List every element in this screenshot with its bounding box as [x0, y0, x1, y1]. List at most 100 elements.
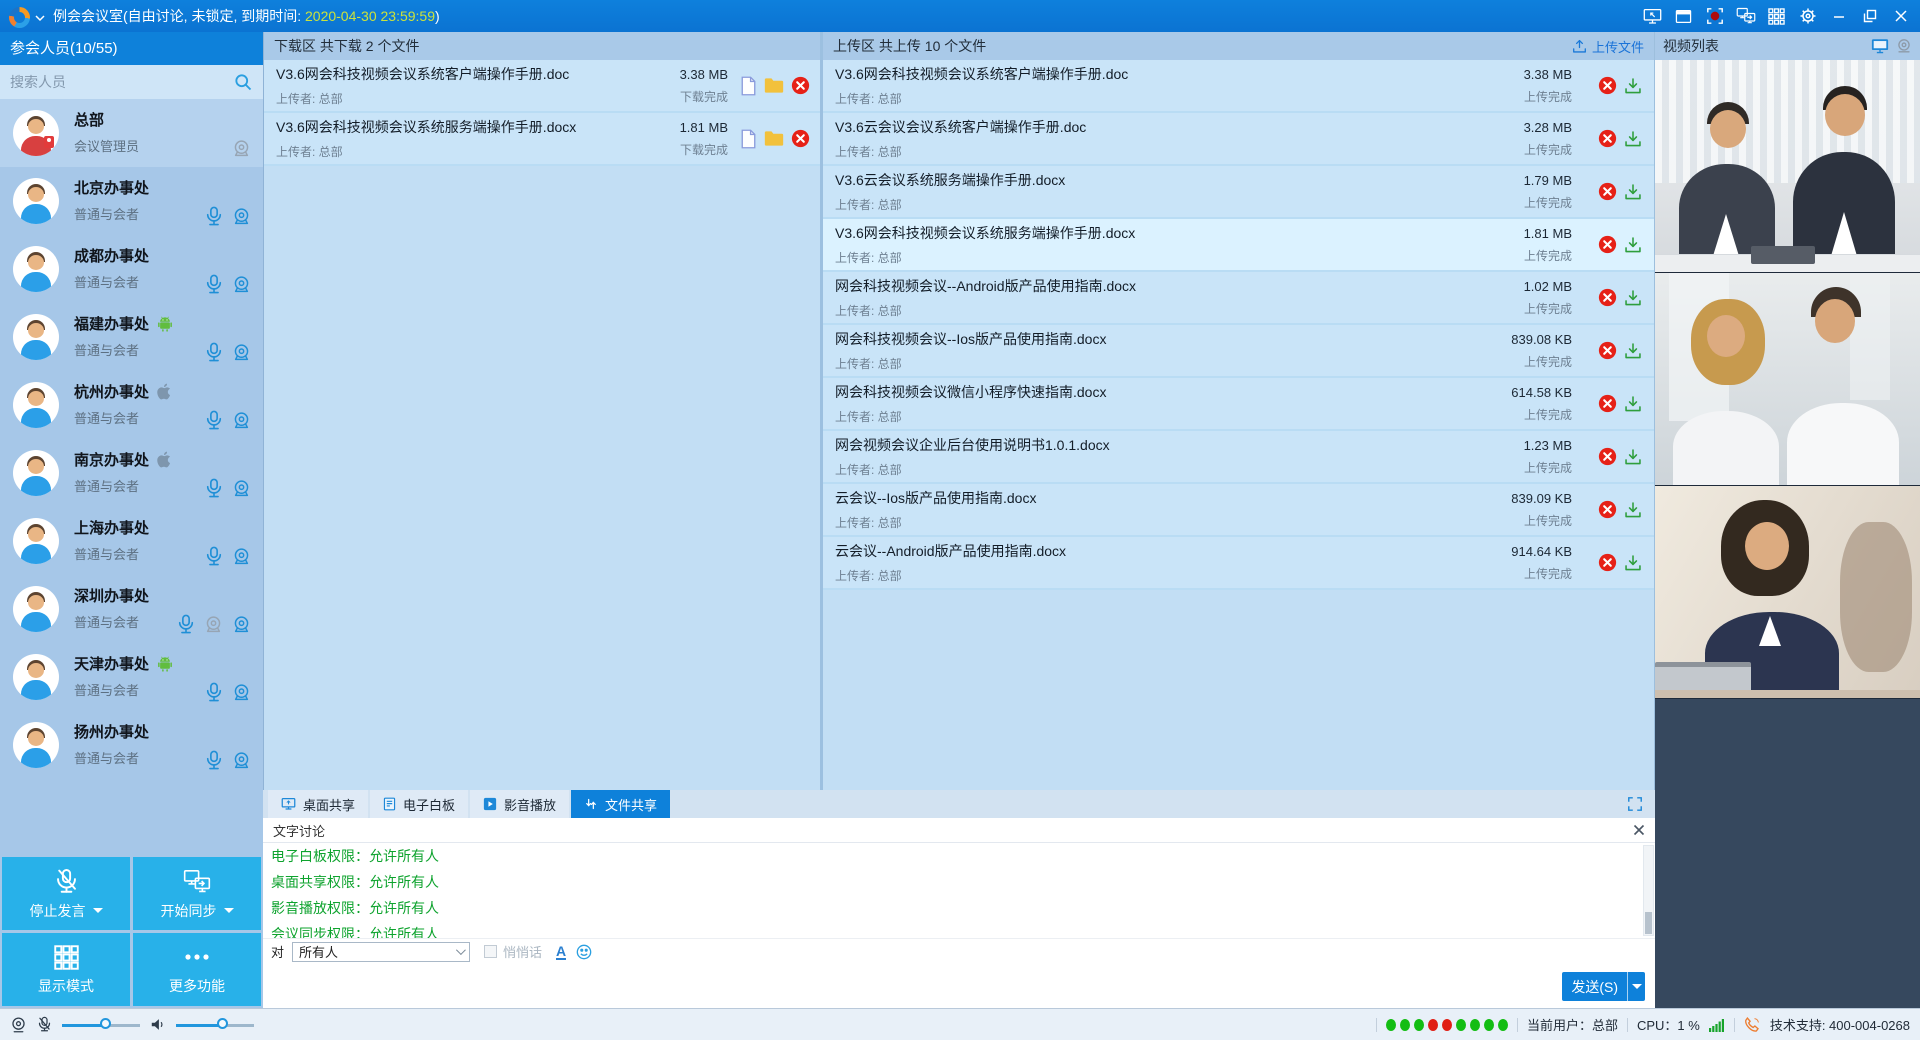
- webcam-icon[interactable]: [232, 547, 251, 566]
- participant-row[interactable]: 成都办事处 普通与会者: [0, 235, 263, 303]
- open-file-icon[interactable]: [740, 129, 757, 149]
- record-icon[interactable]: [1699, 0, 1730, 32]
- file-row[interactable]: V3.6网会科技视频会议系统服务端操作手册.docx 上传者: 总部 1.81 …: [823, 219, 1654, 272]
- delete-file-icon[interactable]: [1598, 341, 1617, 360]
- delete-file-icon[interactable]: [1598, 553, 1617, 572]
- mic-icon[interactable]: [205, 206, 223, 226]
- window-mode-icon[interactable]: [1668, 0, 1699, 32]
- participant-row[interactable]: 福建办事处 普通与会者: [0, 303, 263, 371]
- slider-knob[interactable]: [100, 1018, 111, 1029]
- video-thumbnail-1[interactable]: [1655, 60, 1920, 273]
- webcam-icon[interactable]: [232, 751, 251, 770]
- chat-scrollbar[interactable]: [1643, 845, 1654, 936]
- file-row[interactable]: 网会科技视频会议--Ios版产品使用指南.docx 上传者: 总部 839.08…: [823, 325, 1654, 378]
- display-mode-button[interactable]: 显示模式: [2, 933, 130, 1006]
- webcam-icon[interactable]: [232, 683, 251, 702]
- file-row[interactable]: 网会视频会议企业后台使用说明书1.0.1.docx 上传者: 总部 1.23 M…: [823, 431, 1654, 484]
- delete-file-icon[interactable]: [791, 76, 810, 95]
- participant-row[interactable]: 深圳办事处 普通与会者: [0, 575, 263, 643]
- webcam-icon[interactable]: [232, 615, 251, 634]
- open-folder-icon[interactable]: [764, 130, 784, 147]
- delete-file-icon[interactable]: [1598, 394, 1617, 413]
- close-button[interactable]: [1885, 0, 1916, 32]
- webcam-icon[interactable]: [232, 411, 251, 430]
- statusbar-webcam-icon[interactable]: [10, 1016, 27, 1033]
- webcam-off-icon[interactable]: [232, 139, 251, 158]
- mic-icon[interactable]: [205, 410, 223, 430]
- speaker-volume-slider[interactable]: [176, 1018, 254, 1032]
- file-row[interactable]: 云会议--Ios版产品使用指南.docx 上传者: 总部 839.09 KB 上…: [823, 484, 1654, 537]
- chat-close-icon[interactable]: [1633, 824, 1645, 836]
- delete-file-icon[interactable]: [1598, 447, 1617, 466]
- stop-speaking-button[interactable]: 停止发言: [2, 857, 130, 930]
- send-options-dropdown[interactable]: [1627, 972, 1645, 1001]
- send-button[interactable]: 发送(S): [1562, 972, 1627, 1001]
- app-logo-icon[interactable]: [9, 7, 30, 28]
- mic-volume-slider[interactable]: [62, 1018, 140, 1032]
- mic-icon[interactable]: [205, 546, 223, 566]
- webcam-icon[interactable]: [232, 275, 251, 294]
- mic-icon[interactable]: [205, 342, 223, 362]
- font-color-icon[interactable]: A: [556, 944, 566, 960]
- file-row[interactable]: 网会科技视频会议微信小程序快速指南.docx 上传者: 总部 614.58 KB…: [823, 378, 1654, 431]
- download-file-icon[interactable]: [1624, 77, 1642, 95]
- expand-panel-icon[interactable]: [1627, 796, 1643, 812]
- chat-scrollbar-thumb[interactable]: [1645, 912, 1652, 934]
- delete-file-icon[interactable]: [1598, 182, 1617, 201]
- participant-row[interactable]: 北京办事处 普通与会者: [0, 167, 263, 235]
- download-file-icon[interactable]: [1624, 183, 1642, 201]
- download-file-icon[interactable]: [1624, 342, 1642, 360]
- tab-media-play[interactable]: 影音播放: [470, 790, 569, 818]
- video-mode-icon[interactable]: [1871, 38, 1889, 54]
- slider-knob[interactable]: [217, 1018, 228, 1029]
- statusbar-mic-muted-icon[interactable]: [37, 1016, 52, 1033]
- download-file-icon[interactable]: [1624, 395, 1642, 413]
- dropdown-caret-icon[interactable]: [224, 908, 234, 913]
- send-to-select[interactable]: 所有人: [292, 942, 470, 962]
- file-row[interactable]: V3.6网会科技视频会议系统客户端操作手册.doc 上传者: 总部 3.38 M…: [823, 60, 1654, 113]
- search-input[interactable]: [0, 65, 263, 99]
- participant-row[interactable]: 上海办事处 普通与会者: [0, 507, 263, 575]
- dropdown-caret-icon[interactable]: [93, 908, 103, 913]
- file-row[interactable]: V3.6云会议会议系统客户端操作手册.doc 上传者: 总部 3.28 MB 上…: [823, 113, 1654, 166]
- file-row[interactable]: 网会科技视频会议--Android版产品使用指南.docx 上传者: 总部 1.…: [823, 272, 1654, 325]
- minimize-button[interactable]: [1823, 0, 1854, 32]
- open-file-icon[interactable]: [740, 76, 757, 96]
- video-thumbnail-3[interactable]: [1655, 486, 1920, 699]
- search-icon[interactable]: [233, 72, 253, 92]
- participant-row[interactable]: 天津办事处 普通与会者: [0, 643, 263, 711]
- delete-file-icon[interactable]: [791, 129, 810, 148]
- download-file-icon[interactable]: [1624, 130, 1642, 148]
- download-file-icon[interactable]: [1624, 554, 1642, 572]
- start-sync-button[interactable]: 开始同步: [133, 857, 261, 930]
- tab-whiteboard[interactable]: 电子白板: [370, 790, 468, 818]
- delete-file-icon[interactable]: [1598, 129, 1617, 148]
- layout-grid-icon[interactable]: [1761, 0, 1792, 32]
- mic-icon[interactable]: [177, 614, 195, 634]
- participant-row[interactable]: 总部 会议管理员: [0, 99, 263, 167]
- open-folder-icon[interactable]: [764, 77, 784, 94]
- video-thumbnail-2[interactable]: [1655, 273, 1920, 486]
- mic-icon[interactable]: [205, 478, 223, 498]
- webcam-icon[interactable]: [232, 479, 251, 498]
- delete-file-icon[interactable]: [1598, 500, 1617, 519]
- delete-file-icon[interactable]: [1598, 235, 1617, 254]
- file-row[interactable]: V3.6网会科技视频会议系统客户端操作手册.doc 上传者: 总部 3.38 M…: [264, 60, 820, 113]
- mic-icon[interactable]: [205, 274, 223, 294]
- download-file-icon[interactable]: [1624, 448, 1642, 466]
- download-file-icon[interactable]: [1624, 236, 1642, 254]
- titlebar-menu-chevron-icon[interactable]: [35, 15, 45, 22]
- speaker-icon[interactable]: [150, 1017, 166, 1032]
- mic-icon[interactable]: [205, 682, 223, 702]
- whis per-checkbox[interactable]: [484, 945, 497, 958]
- more-functions-button[interactable]: 更多功能: [133, 933, 261, 1006]
- emoji-icon[interactable]: [576, 944, 592, 960]
- participant-row[interactable]: 扬州办事处 普通与会者: [0, 711, 263, 779]
- delete-file-icon[interactable]: [1598, 288, 1617, 307]
- maximize-button[interactable]: [1854, 0, 1885, 32]
- file-row[interactable]: V3.6网会科技视频会议系统服务端操作手册.docx 上传者: 总部 1.81 …: [264, 113, 820, 166]
- webcam-icon[interactable]: [232, 343, 251, 362]
- file-row[interactable]: V3.6云会议系统服务端操作手册.docx 上传者: 总部 1.79 MB 上传…: [823, 166, 1654, 219]
- settings-gear-icon[interactable]: [1792, 0, 1823, 32]
- mic-icon[interactable]: [205, 750, 223, 770]
